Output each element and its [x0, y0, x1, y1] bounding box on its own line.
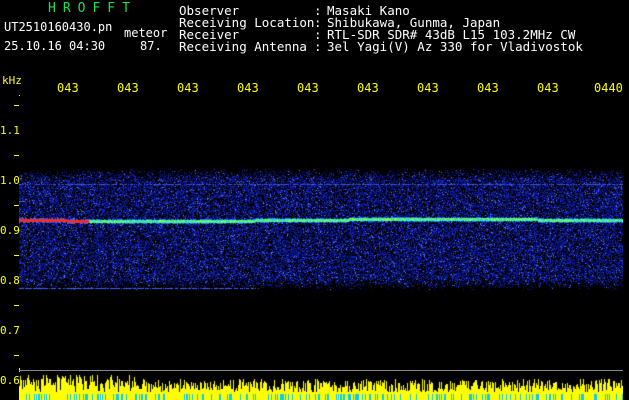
time-tick: 043 — [237, 81, 259, 95]
info-key-antenna: Receiving Antenna — [179, 39, 307, 54]
activity-baseline — [19, 370, 623, 371]
time-tick: 0440 — [594, 81, 623, 95]
frequency-tick: 0.6 — [0, 374, 20, 387]
time-tick: 043 — [357, 81, 379, 95]
frequency-tick: 0.7 — [0, 324, 20, 337]
activity-bar — [19, 372, 623, 400]
app-title: HROFFT — [48, 1, 137, 16]
frequency-unit-label: kHz — [2, 74, 22, 87]
info-colon: : — [314, 39, 322, 54]
time-tick: 043 — [117, 81, 139, 95]
info-value-antenna: 3el Yagi(V) Az 330 for Vladivostok — [327, 39, 583, 54]
frequency-tick: 1.0 — [0, 174, 20, 187]
spectrogram — [19, 96, 623, 368]
frequency-tick: 0.8 — [0, 274, 20, 287]
time-tick: 043 — [177, 81, 199, 95]
meteor-count: 87. — [140, 39, 162, 53]
hrofft-window: HROFFT UT2510160430.pn meteor 25.10.16 0… — [0, 0, 629, 400]
time-tick: 043 — [477, 81, 499, 95]
datetime-label: 25.10.16 04:30 — [4, 39, 106, 53]
time-tick: 043 — [297, 81, 319, 95]
frequency-tick: 1.1 — [0, 124, 20, 137]
time-tick: 043 — [417, 81, 439, 95]
time-tick: 043 — [537, 81, 559, 95]
frequency-tick: 0.9 — [0, 224, 20, 237]
meteor-label: meteor — [124, 26, 168, 40]
filename-label: UT2510160430.pn — [4, 20, 113, 34]
time-tick: 043 — [57, 81, 79, 95]
